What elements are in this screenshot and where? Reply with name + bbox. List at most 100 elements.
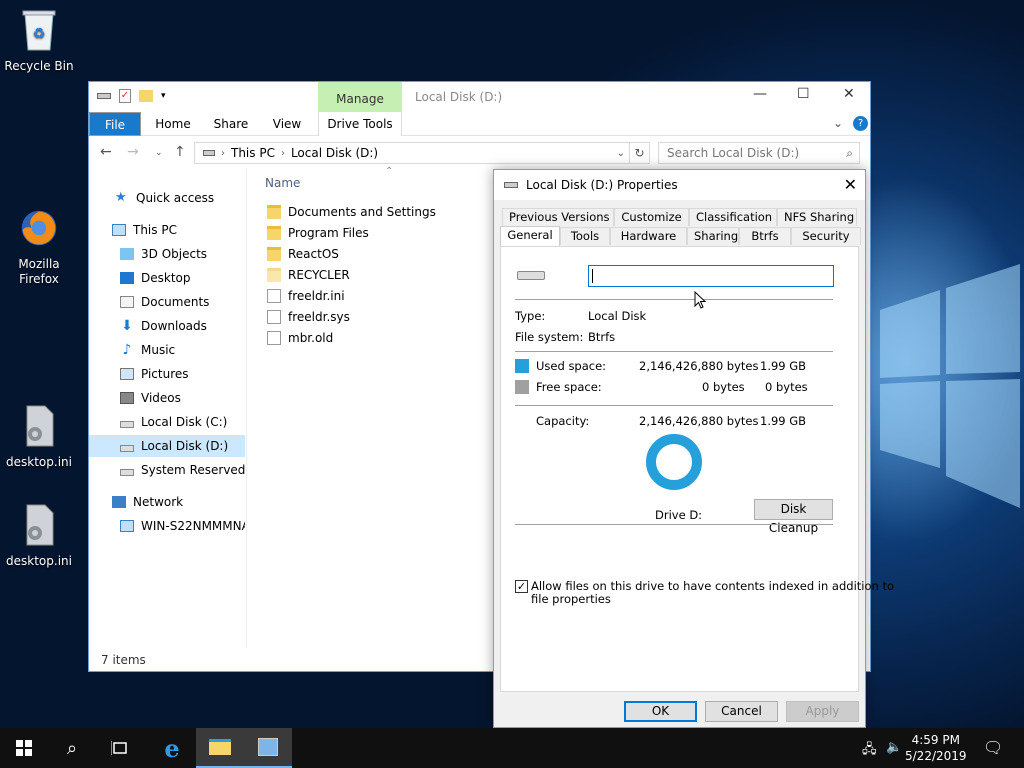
drive-icon <box>517 271 545 280</box>
nav-3d-objects[interactable]: 3D Objects <box>89 243 245 265</box>
close-icon[interactable]: ✕ <box>843 86 855 102</box>
internet-explorer-button[interactable]: e <box>148 728 196 768</box>
desktop-ini-label-1: desktop.ini <box>6 455 72 469</box>
nav-music[interactable]: ♪ Music <box>89 339 245 361</box>
qat-dropdown-icon[interactable]: ▾ <box>161 91 166 101</box>
tab-classification[interactable]: Classification <box>689 208 777 226</box>
address-row: ← → ⌄ ↑ › This PC › Local Disk (D:) ⌄ ↻ … <box>89 136 870 168</box>
network-status-icon[interactable]: 🖧 <box>862 740 877 762</box>
task-view-button[interactable] <box>96 728 144 768</box>
breadcrumb-this-pc[interactable]: This PC <box>231 146 275 160</box>
properties-window-button[interactable] <box>244 728 292 768</box>
nav-local-disk-d[interactable]: Local Disk (D:) <box>89 435 245 457</box>
ok-button[interactable]: OK <box>624 701 697 722</box>
tab-security[interactable]: Security <box>791 227 861 245</box>
nav-system-reserved[interactable]: System Reserved (E: <box>89 459 245 481</box>
tab-sharing[interactable]: Sharing <box>687 227 739 245</box>
nav-network[interactable]: Network <box>89 491 245 513</box>
nav-label: System Reserved (E: <box>141 463 245 477</box>
nav-local-disk-c[interactable]: Local Disk (C:) <box>89 411 245 433</box>
list-item[interactable]: ReactOS <box>267 244 339 264</box>
close-icon[interactable]: ✕ <box>844 175 857 194</box>
recent-dropdown-icon[interactable]: ⌄ <box>155 148 163 158</box>
search-button[interactable]: ⌕ <box>48 728 96 768</box>
breadcrumb-local-disk-d[interactable]: Local Disk (D:) <box>291 146 378 160</box>
back-icon[interactable]: ← <box>100 144 112 160</box>
apply-button[interactable]: Apply <box>786 701 859 722</box>
disk-cleanup-button[interactable]: Disk Cleanup <box>754 499 833 535</box>
tab-view[interactable]: View <box>271 112 303 136</box>
desktop-ini-shortcut-2[interactable]: desktop.ini <box>3 503 75 568</box>
new-folder-icon[interactable] <box>139 90 153 102</box>
cancel-button[interactable]: Cancel <box>705 701 778 722</box>
tab-drive-tools[interactable]: Drive Tools <box>318 112 402 136</box>
explorer-title: Local Disk (D:) <box>415 90 503 104</box>
manage-context-tab[interactable]: Manage <box>318 82 402 112</box>
taskbar-clock[interactable]: 4:59 PM 5/22/2019 <box>905 732 967 764</box>
used-space-ring <box>646 434 702 490</box>
help-icon[interactable]: ? <box>853 116 868 131</box>
nav-downloads[interactable]: ⬇ Downloads <box>89 315 245 337</box>
firefox-shortcut[interactable]: Mozilla Firefox <box>3 206 75 287</box>
properties-dialog: Local Disk (D:) Properties ✕ Previous Ve… <box>493 169 894 728</box>
nav-quick-access[interactable]: ★ Quick access <box>89 187 245 209</box>
column-header-name[interactable]: Name <box>265 176 300 190</box>
nav-desktop[interactable]: Desktop <box>89 267 245 289</box>
desktop-ini-label-2: desktop.ini <box>6 554 72 568</box>
nav-documents[interactable]: Documents <box>89 291 245 313</box>
refresh-icon[interactable]: ↻ <box>630 142 650 164</box>
tab-hardware[interactable]: Hardware <box>610 227 687 245</box>
address-bar[interactable]: › This PC › Local Disk (D:) ⌄ <box>194 142 630 164</box>
address-dropdown-icon[interactable]: ⌄ <box>617 148 625 159</box>
index-files-label[interactable]: Allow files on this drive to have conten… <box>531 580 894 606</box>
minimize-icon[interactable]: — <box>753 86 767 102</box>
star-icon: ★ <box>115 190 127 205</box>
nav-this-pc[interactable]: This PC <box>89 219 245 241</box>
tab-general[interactable]: General <box>500 226 560 246</box>
properties-titlebar[interactable]: Local Disk (D:) Properties ✕ <box>494 170 865 200</box>
list-item[interactable]: freeldr.ini <box>267 286 345 306</box>
tab-tools[interactable]: Tools <box>560 227 610 245</box>
list-item[interactable]: RECYCLER <box>267 265 350 285</box>
index-files-checkbox[interactable]: ✓ <box>515 580 528 593</box>
notifications-icon[interactable]: 🗨 <box>983 738 1003 757</box>
nav-pictures[interactable]: Pictures <box>89 363 245 385</box>
nav-label: Videos <box>141 391 181 405</box>
mouse-pointer-icon <box>694 291 706 309</box>
tab-btrfs[interactable]: Btrfs <box>739 227 791 245</box>
tab-nfs-sharing[interactable]: NFS Sharing <box>777 208 857 226</box>
nav-label: Desktop <box>141 271 191 285</box>
recycle-bin-shortcut[interactable]: ♻ Recycle Bin <box>3 8 75 73</box>
list-item[interactable]: mbr.old <box>267 328 333 348</box>
status-item-count: 7 items <box>101 653 146 667</box>
drive-name-input[interactable] <box>588 265 834 287</box>
search-placeholder: Search Local Disk (D:) <box>667 146 800 160</box>
tab-previous-versions[interactable]: Previous Versions <box>502 208 614 226</box>
nav-computer-win[interactable]: WIN-S22NMMMNA <box>89 515 245 537</box>
start-button[interactable] <box>0 728 48 768</box>
desktop-ini-shortcut-1[interactable]: desktop.ini <box>3 404 75 469</box>
nav-label: Music <box>141 343 176 357</box>
list-item[interactable]: Program Files <box>267 223 369 243</box>
divider <box>515 299 833 300</box>
volume-muted-icon[interactable]: 🔈 <box>886 740 902 755</box>
nav-videos[interactable]: Videos <box>89 387 245 409</box>
explorer-titlebar[interactable]: ✓ ▾ Manage Local Disk (D:) — ☐ ✕ <box>89 82 870 112</box>
pane-divider[interactable] <box>246 168 247 648</box>
properties-icon[interactable]: ✓ <box>119 89 131 103</box>
tab-customize[interactable]: Customize <box>614 208 689 226</box>
type-value: Local Disk <box>588 309 647 323</box>
maximize-icon[interactable]: ☐ <box>797 86 810 102</box>
list-item[interactable]: freeldr.sys <box>267 307 350 327</box>
forward-icon[interactable]: → <box>127 144 139 160</box>
tab-file[interactable]: File <box>89 112 141 136</box>
folder-icon <box>267 247 281 261</box>
list-item[interactable]: Documents and Settings <box>267 202 436 222</box>
file-explorer-button[interactable] <box>196 728 244 768</box>
expand-ribbon-icon[interactable]: ⌄ <box>833 116 843 130</box>
search-input[interactable]: Search Local Disk (D:) ⌕ <box>658 142 860 164</box>
music-note-icon: ♪ <box>122 342 132 358</box>
up-icon[interactable]: ↑ <box>174 144 186 160</box>
tab-share[interactable]: Share <box>213 112 249 136</box>
tab-home[interactable]: Home <box>155 112 191 136</box>
